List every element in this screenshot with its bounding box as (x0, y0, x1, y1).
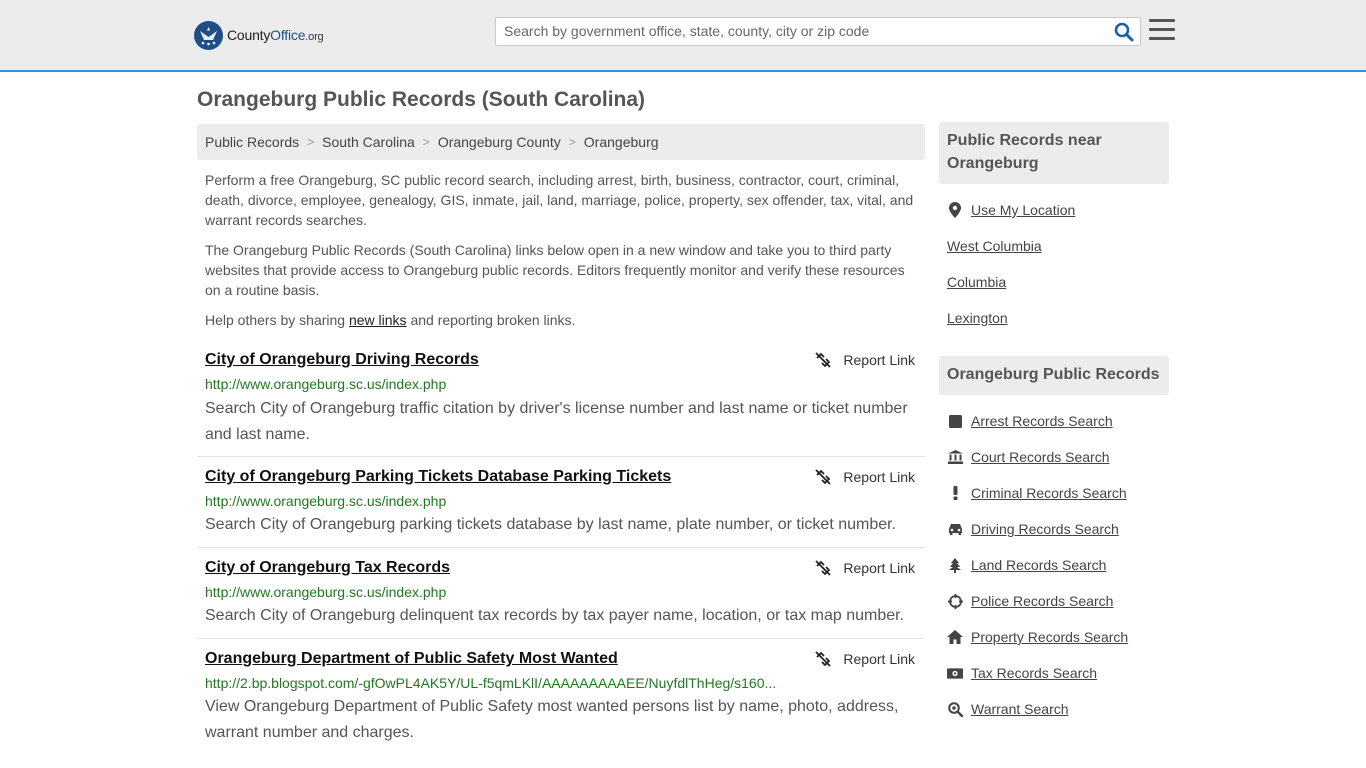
search-box (495, 17, 1141, 46)
breadcrumb-item[interactable]: Public Records (205, 134, 299, 150)
record-description: View Orangeburg Department of Public Saf… (205, 698, 899, 741)
exclamation-icon (947, 485, 963, 501)
tax-records-link[interactable]: Tax Records Search (947, 665, 1097, 681)
courthouse-icon (947, 449, 963, 465)
broken-link-icon (815, 469, 832, 485)
public-records-panel: Orangeburg Public Records (939, 356, 1169, 395)
record-description: Search City of Orangeburg traffic citati… (205, 400, 908, 443)
help-text: Help others by sharing new links and rep… (205, 312, 576, 328)
police-records-link[interactable]: Police Records Search (947, 593, 1113, 609)
tree-icon (947, 557, 963, 573)
home-icon (947, 629, 963, 645)
record-title-link[interactable]: Orangeburg Department of Public Safety M… (205, 650, 618, 668)
logo-wordmark: CountyOffice.org (227, 27, 324, 43)
record-description: Search City of Orangeburg parking ticket… (205, 516, 897, 533)
record-description: Search City of Orangeburg delinquent tax… (205, 607, 905, 624)
record-url: http://www.orangeburg.sc.us/index.php (205, 376, 447, 392)
site-header: CountyOffice.org (0, 0, 1366, 72)
record-url: http://www.orangeburg.sc.us/index.php (205, 493, 447, 509)
property-records-link[interactable]: Property Records Search (947, 629, 1128, 645)
criminal-records-link[interactable]: Criminal Records Search (947, 485, 1127, 501)
breadcrumb-item[interactable]: South Carolina (322, 134, 415, 150)
driving-records-link[interactable]: Driving Records Search (947, 521, 1119, 537)
record-title-link[interactable]: City of Orangeburg Driving Records (205, 351, 479, 369)
broken-link-icon (815, 352, 832, 368)
page-title: Orangeburg Public Records (South Carolin… (197, 88, 646, 111)
map-pin-icon (947, 202, 963, 218)
chevron-right-icon: > (568, 135, 576, 149)
search-input[interactable] (496, 18, 1104, 43)
chevron-right-icon: > (422, 135, 430, 149)
record-title-link[interactable]: City of Orangeburg Parking Tickets Datab… (205, 468, 671, 486)
record-url[interactable]: http://2.bp.blogspot.com/-gfOwPL4AK5Y/UL… (205, 675, 776, 691)
divider (197, 638, 925, 639)
divider (197, 456, 925, 457)
chevron-right-icon: > (307, 135, 315, 149)
report-link-button[interactable]: Report Link (815, 352, 915, 368)
nearby-city-link[interactable]: Columbia (947, 274, 1006, 290)
car-icon (947, 521, 963, 537)
report-link-button[interactable]: Report Link (815, 651, 915, 667)
record-title-link[interactable]: City of Orangeburg Tax Records (205, 559, 450, 577)
warrant-search-link[interactable]: Warrant Search (947, 701, 1069, 717)
land-records-link[interactable]: Land Records Search (947, 557, 1106, 573)
nearby-city-link[interactable]: Lexington (947, 310, 1008, 326)
report-link-button[interactable]: Report Link (815, 469, 915, 485)
nearby-records-panel: Public Records near Orangeburg (939, 122, 1169, 184)
arrest-records-link[interactable]: Arrest Records Search (947, 413, 1113, 429)
broken-link-icon (815, 560, 832, 576)
use-my-location-link[interactable]: Use My Location (947, 202, 1075, 218)
hamburger-menu-icon[interactable] (1149, 19, 1175, 41)
intro-paragraph: The Orangeburg Public Records (South Car… (205, 242, 905, 298)
search-icon[interactable] (1114, 22, 1134, 42)
breadcrumb: Public Records > South Carolina > Orange… (197, 124, 925, 160)
nearby-records-heading: Public Records near Orangeburg (947, 132, 1102, 172)
breadcrumb-item[interactable]: Orangeburg (584, 134, 659, 150)
divider (197, 547, 925, 548)
broken-link-icon (815, 651, 832, 667)
record-url: http://www.orangeburg.sc.us/index.php (205, 584, 447, 600)
logo-badge-icon (194, 20, 223, 50)
crosshair-icon (947, 593, 963, 609)
court-records-link[interactable]: Court Records Search (947, 449, 1110, 465)
money-icon (947, 665, 963, 681)
square-icon (947, 413, 963, 429)
report-link-button[interactable]: Report Link (815, 560, 915, 576)
new-links-link[interactable]: new links (349, 312, 407, 328)
public-records-heading: Orangeburg Public Records (947, 366, 1160, 383)
nearby-city-link[interactable]: West Columbia (947, 238, 1042, 254)
intro-paragraph: Perform a free Orangeburg, SC public rec… (205, 172, 914, 228)
magnifier-icon (947, 701, 963, 717)
breadcrumb-item[interactable]: Orangeburg County (438, 134, 561, 150)
site-logo[interactable]: CountyOffice.org (194, 20, 324, 50)
